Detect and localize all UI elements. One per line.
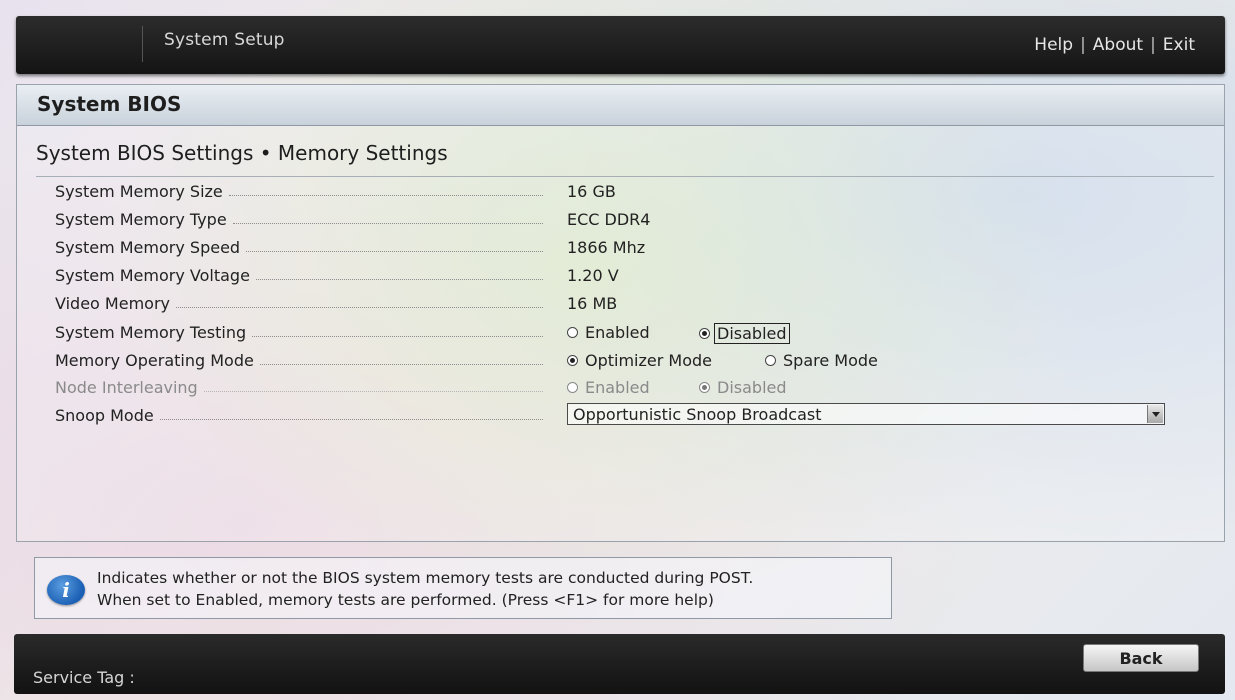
top-bar: System Setup Help | About | Exit [16,16,1225,74]
help-text: Indicates whether or not the BIOS system… [97,567,753,611]
leader-dots [203,391,543,392]
spare-mode-label: Spare Mode [783,351,878,370]
node-interleaving-enabled-label: Enabled [585,378,650,397]
link-separator: | [1150,35,1156,55]
memory-type-label: System Memory Type [55,210,227,229]
leader-dots [255,279,543,280]
spare-mode-option[interactable]: Spare Mode [765,351,878,370]
leader-dots [175,307,543,308]
node-interleaving-enabled-option: Enabled [567,378,650,397]
video-memory-value: 16 MB [567,294,618,313]
panel-title: System BIOS [37,92,182,116]
snoop-mode-label: Snoop Mode [55,406,154,425]
service-tag-label: Service Tag : [33,668,135,687]
leader-dots [246,251,543,252]
memory-type-value: ECC DDR4 [567,210,651,229]
operating-mode-label: Memory Operating Mode [55,351,254,370]
node-interleaving-disabled-label: Disabled [717,378,787,397]
row-operating-mode: Memory Operating Mode Optimizer Mode Spa… [55,351,1205,375]
help-info-box: i Indicates whether or not the BIOS syst… [34,557,892,619]
row-memory-speed: System Memory Speed 1866 Mhz [55,238,1205,262]
settings-panel: System BIOS System BIOS Settings • Memor… [16,84,1225,542]
node-interleaving-disabled-option: Disabled [699,378,787,397]
optimizer-mode-label: Optimizer Mode [585,351,712,370]
snoop-mode-selected-value: Opportunistic Snoop Broadcast [573,405,822,424]
row-memory-size: System Memory Size 16 GB [55,182,1205,206]
leader-dots [232,223,543,224]
row-node-interleaving: Node Interleaving Enabled Disabled [55,378,1205,402]
memory-size-label: System Memory Size [55,182,223,201]
radio-button-unchecked[interactable] [765,355,776,366]
memory-testing-disabled-option[interactable]: Disabled [699,323,790,344]
help-text-line-1: Indicates whether or not the BIOS system… [97,569,754,587]
row-memory-type: System Memory Type ECC DDR4 [55,210,1205,234]
app-title: System Setup [164,30,285,50]
radio-button-unchecked[interactable] [567,327,578,338]
row-memory-voltage: System Memory Voltage 1.20 V [55,266,1205,290]
node-interleaving-label: Node Interleaving [55,378,198,397]
about-link[interactable]: About [1093,35,1143,55]
section-divider [36,176,1214,177]
chevron-down-icon[interactable] [1147,405,1163,423]
memory-testing-label: System Memory Testing [55,323,247,342]
panel-header: System BIOS [17,85,1224,126]
link-separator: | [1080,35,1086,55]
memory-size-value: 16 GB [567,182,616,201]
radio-button-checked[interactable] [699,328,710,339]
info-icon: i [47,575,85,605]
radio-button-checked [699,382,710,393]
memory-voltage-label: System Memory Voltage [55,266,250,285]
bottom-bar: Service Tag : Back [14,634,1225,694]
bios-screen: System Setup Help | About | Exit System BIOS… [0,0,1235,700]
row-snoop-mode: Snoop Mode Opportunistic Snoop Broadcast [55,403,1205,430]
memory-voltage-value: 1.20 V [567,266,619,285]
top-bar-divider [142,26,143,62]
radio-button-checked[interactable] [567,355,578,366]
radio-button-unchecked [567,382,578,393]
exit-link[interactable]: Exit [1163,35,1195,55]
memory-testing-enabled-option[interactable]: Enabled [567,323,650,342]
leader-dots [252,336,543,337]
section-title: System BIOS Settings • Memory Settings [36,141,448,165]
leader-dots [259,364,543,365]
video-memory-label: Video Memory [55,294,170,313]
snoop-mode-select[interactable]: Opportunistic Snoop Broadcast [567,403,1165,425]
help-text-line-2: When set to Enabled, memory tests are pe… [97,591,714,609]
leader-dots [159,419,543,420]
row-video-memory: Video Memory 16 MB [55,294,1205,318]
help-link[interactable]: Help [1034,35,1073,55]
header-links: Help | About | Exit [1034,35,1195,55]
leader-dots [228,195,543,196]
memory-testing-disabled-label: Disabled [714,323,790,344]
memory-speed-value: 1866 Mhz [567,238,646,257]
back-button[interactable]: Back [1083,644,1199,672]
memory-testing-enabled-label: Enabled [585,323,650,342]
row-memory-testing: System Memory Testing Enabled Disabled [55,323,1205,347]
optimizer-mode-option[interactable]: Optimizer Mode [567,351,712,370]
memory-speed-label: System Memory Speed [55,238,241,257]
